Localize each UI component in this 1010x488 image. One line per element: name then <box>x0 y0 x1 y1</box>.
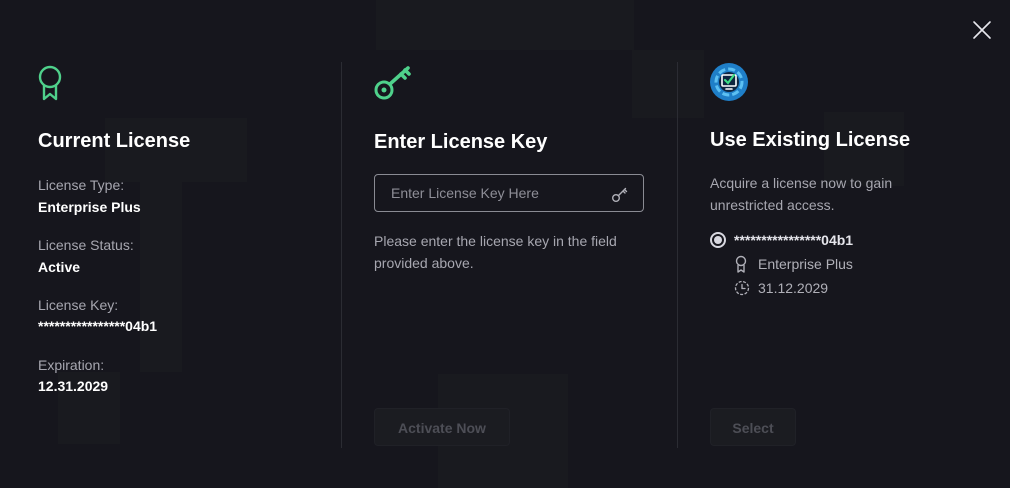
column-divider <box>677 62 678 448</box>
existing-license-description: Acquire a license now to gain unrestrict… <box>710 175 893 213</box>
bg-decoration <box>376 0 634 50</box>
bg-decoration <box>632 50 704 118</box>
license-type-label: License Type: <box>38 177 125 193</box>
key-icon <box>612 187 628 202</box>
license-status-label: License Status: <box>38 237 134 253</box>
license-key-value: ****************04b1 <box>38 318 158 334</box>
current-license-title: Current License <box>38 130 191 152</box>
app-logo-icon <box>710 63 748 101</box>
license-option-edition: Enterprise Plus <box>758 256 853 272</box>
license-key-input[interactable] <box>375 175 621 211</box>
license-status-value: Active <box>38 259 81 275</box>
key-icon <box>374 66 411 100</box>
close-button[interactable] <box>970 18 994 42</box>
license-option-radio[interactable] <box>710 232 726 248</box>
column-divider <box>341 62 342 448</box>
license-option-expiry: 31.12.2029 <box>758 280 829 296</box>
existing-license-title: Use Existing License <box>710 129 911 151</box>
award-ribbon-icon <box>735 255 747 273</box>
close-icon <box>973 21 991 39</box>
expiration-label: Expiration: <box>38 357 105 373</box>
license-option-key: ****************04b1 <box>734 232 854 248</box>
license-type-value: Enterprise Plus <box>38 199 141 215</box>
license-key-help-text: Please enter the license key in the fiel… <box>374 233 617 271</box>
clock-icon <box>734 280 750 296</box>
bg-decoration <box>140 182 182 372</box>
activate-now-button[interactable]: Activate Now <box>374 408 510 446</box>
expiration-value: 12.31.2029 <box>38 378 109 394</box>
enter-license-key-title: Enter License Key <box>374 131 548 153</box>
license-key-label: License Key: <box>38 297 119 313</box>
select-button[interactable]: Select <box>710 408 796 446</box>
license-key-field[interactable] <box>374 174 644 212</box>
award-ribbon-icon <box>38 65 62 101</box>
